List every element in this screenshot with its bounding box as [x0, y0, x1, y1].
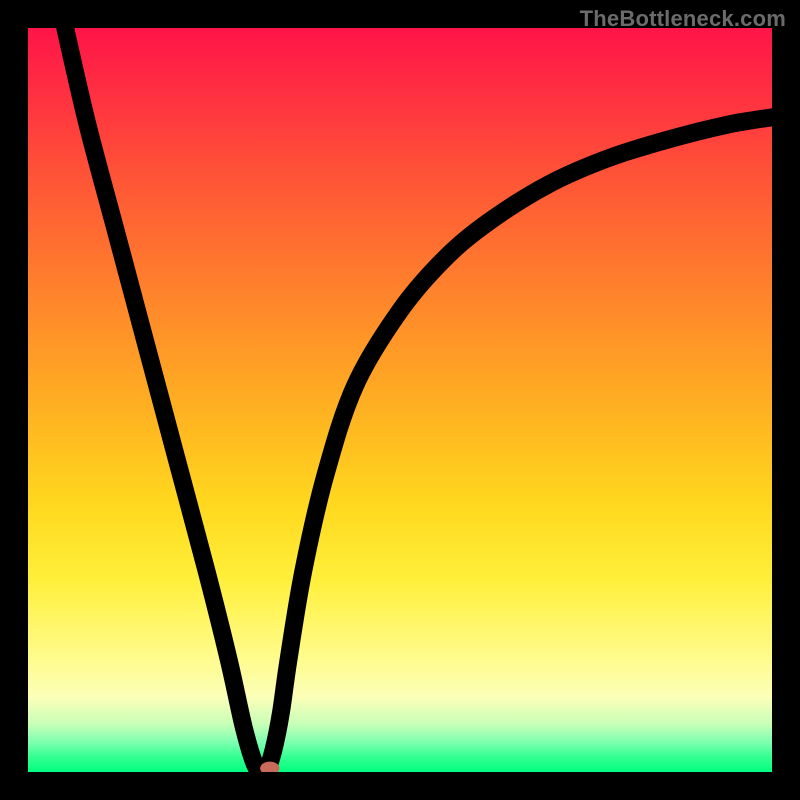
bottleneck-curve: [65, 28, 772, 772]
chart-frame: TheBottleneck.com: [0, 0, 800, 800]
plot-area: [28, 28, 772, 772]
curve-svg: [28, 28, 772, 772]
